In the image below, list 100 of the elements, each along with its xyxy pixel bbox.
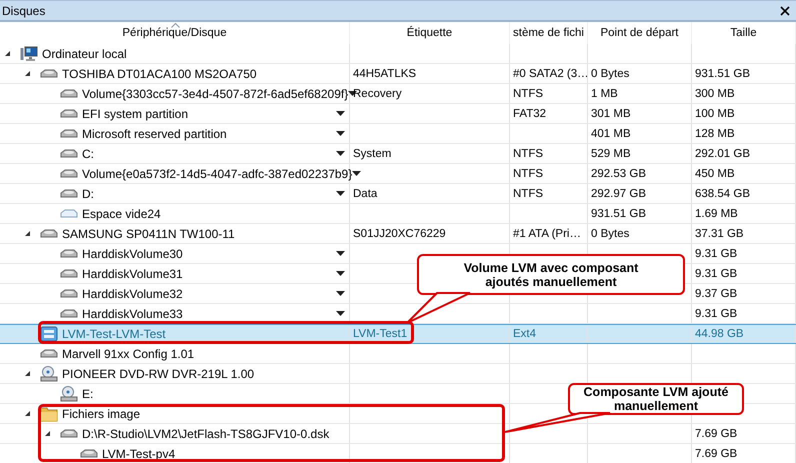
table-cell: 529 MB (591, 148, 631, 160)
table-cell: 931.51 GB (695, 68, 750, 80)
table-cell: 9.37 GB (695, 288, 738, 300)
device-name: TOSHIBA DT01ACA100 MS2OA750 (62, 66, 257, 80)
column-header[interactable]: Périphérique/Disque (0, 22, 350, 44)
device-name: PIONEER DVD-RW DVR-219L 1.00 (62, 366, 254, 380)
volume-set-icon (40, 326, 58, 342)
table-cell: LVM-Test1 (353, 328, 408, 340)
device-name: EFI system partition (82, 106, 188, 120)
table-cell: Ext4 (513, 328, 536, 340)
device-name: LVM-Test-LVM-Test (62, 327, 166, 341)
device-name: Fichiers image (62, 406, 140, 420)
expand-arrow-icon[interactable] (44, 430, 51, 437)
table-cell: 128 MB (695, 128, 735, 140)
device-name: Volume{e0a573f2-14d5-4047-adfc-387ed02237b9} (82, 166, 352, 180)
tree-row[interactable]: Volume{e0a573f2-14d5-4047-adfc-387ed02237b9} NTFS 292.53 GB 450 MB (0, 164, 796, 184)
table-cell: 37.31 GB (695, 228, 744, 240)
table-cell: 931.51 GB (591, 208, 646, 220)
device-name: D: (82, 186, 94, 200)
device-name: HarddiskVolume32 (82, 286, 183, 300)
expand-arrow-icon[interactable] (4, 50, 11, 57)
table-cell: 7.69 GB (695, 448, 738, 460)
optical-drive-icon (40, 366, 58, 382)
table-cell: 44.98 GB (695, 328, 744, 340)
dropdown-arrow-icon[interactable] (336, 151, 345, 156)
dropdown-arrow-icon[interactable] (336, 251, 345, 256)
tree-row[interactable]: LVM-Test-pv4 7.69 GB (0, 444, 796, 463)
table-cell: NTFS (513, 88, 544, 100)
table-cell: NTFS (513, 168, 544, 180)
tree-row[interactable]: Espace vide24 931.51 GB 1.69 MB (0, 204, 796, 224)
table-cell: 292.01 GB (695, 148, 750, 160)
column-header[interactable]: Taille (692, 22, 796, 44)
table-cell: 1.69 MB (695, 208, 738, 220)
device-name: Ordinateur local (42, 46, 127, 60)
tree-row[interactable]: D: Data NTFS 292.97 GB 638.54 GB (0, 184, 796, 204)
tree-row[interactable]: Ordinateur local (0, 44, 796, 64)
column-header[interactable]: stème de fichi (510, 22, 588, 44)
tree-row[interactable]: TOSHIBA DT01ACA100 MS2OA750 44H5ATLKS #0 SATA2 (3… 0 Bytes 931.51 GB (0, 64, 796, 84)
table-cell: NTFS (513, 188, 544, 200)
table-cell: 450 MB (695, 168, 735, 180)
table-cell: 44H5ATLKS (353, 68, 416, 80)
table-cell: 0 Bytes (591, 228, 630, 240)
device-name: HarddiskVolume31 (82, 266, 183, 280)
tree-row[interactable]: Volume{3303cc57-3e4d-4507-872f-6ad5ef68209f} Recovery NTFS 1 MB 300 MB (0, 84, 796, 104)
tree-row[interactable]: C: System NTFS 529 MB 292.01 GB (0, 144, 796, 164)
device-name: C: (82, 146, 94, 160)
dropdown-arrow-icon[interactable] (352, 171, 362, 176)
table-cell: FAT32 (513, 108, 546, 120)
callout-pointer (406, 292, 471, 324)
table-cell: S01JJ20XC76229 (353, 228, 446, 240)
column-header[interactable]: Point de départ (588, 22, 692, 44)
dropdown-arrow-icon[interactable] (336, 291, 345, 296)
table-cell: 9.31 GB (695, 308, 738, 320)
sort-icon (170, 23, 180, 28)
device-name: HarddiskVolume33 (82, 306, 183, 320)
panel-title: Disques (2, 4, 46, 18)
dropdown-arrow-icon[interactable] (336, 111, 345, 116)
dropdown-arrow-icon[interactable] (336, 191, 345, 196)
table-cell: System (353, 148, 392, 160)
table-cell: 0 Bytes (591, 68, 630, 80)
table-cell: 638.54 GB (695, 188, 750, 200)
tree-row[interactable]: EFI system partition FAT32 301 MB 100 MB (0, 104, 796, 124)
device-name: E: (82, 386, 94, 400)
table-cell: NTFS (513, 148, 544, 160)
tree-row[interactable]: SAMSUNG SP0411N TW100-11 S01JJ20XC76229 #1 ATA (Pri… 0 Bytes 37.31 GB (0, 224, 796, 244)
device-name: D:\R-Studio\LVM2\JetFlash-TS8GJFV10-0.dsk (82, 426, 330, 440)
close-icon[interactable] (780, 6, 790, 16)
table-cell: 300 MB (695, 88, 735, 100)
table-cell: #0 SATA2 (3… (513, 68, 587, 80)
table-cell: 9.31 GB (695, 268, 738, 280)
expand-arrow-icon[interactable] (24, 410, 31, 417)
expand-arrow-icon[interactable] (24, 230, 31, 237)
table-cell: 7.69 GB (695, 428, 738, 440)
table-cell: Data (353, 188, 378, 200)
table-cell: 292.97 GB (591, 188, 646, 200)
dropdown-arrow-icon[interactable] (336, 131, 345, 136)
device-name: SAMSUNG SP0411N TW100-11 (62, 226, 235, 240)
optical-drive-icon (60, 386, 78, 402)
table-cell: 401 MB (591, 128, 631, 140)
table-cell: 100 MB (695, 108, 735, 120)
tree-row[interactable]: Microsoft reserved partition 401 MB 128 MB (0, 124, 796, 144)
tree-row[interactable]: LVM-Test-LVM-Test LVM-Test1 Ext4 44.98 GB (0, 324, 796, 344)
device-name: LVM-Test-pv4 (102, 446, 176, 460)
device-name: Espace vide24 (82, 206, 161, 220)
computer-icon (20, 46, 38, 62)
device-name: Microsoft reserved partition (82, 126, 227, 140)
dropdown-arrow-icon[interactable] (336, 271, 345, 276)
table-cell: 1 MB (591, 88, 618, 100)
table-cell: 301 MB (591, 108, 631, 120)
dropdown-arrow-icon[interactable] (336, 311, 345, 316)
expand-arrow-icon[interactable] (24, 70, 31, 77)
folder-icon (40, 406, 58, 422)
device-name: Marvell 91xx Config 1.01 (62, 346, 194, 360)
column-header[interactable]: Étiquette (350, 22, 510, 44)
empty-space-icon (60, 208, 78, 218)
tree-row[interactable]: Marvell 91xx Config 1.01 (0, 344, 796, 364)
table-cell: Recovery (353, 88, 402, 100)
expand-arrow-icon[interactable] (24, 370, 31, 377)
table-cell: #1 ATA (Pri… (513, 228, 581, 240)
table-cell: 292.53 GB (591, 168, 646, 180)
